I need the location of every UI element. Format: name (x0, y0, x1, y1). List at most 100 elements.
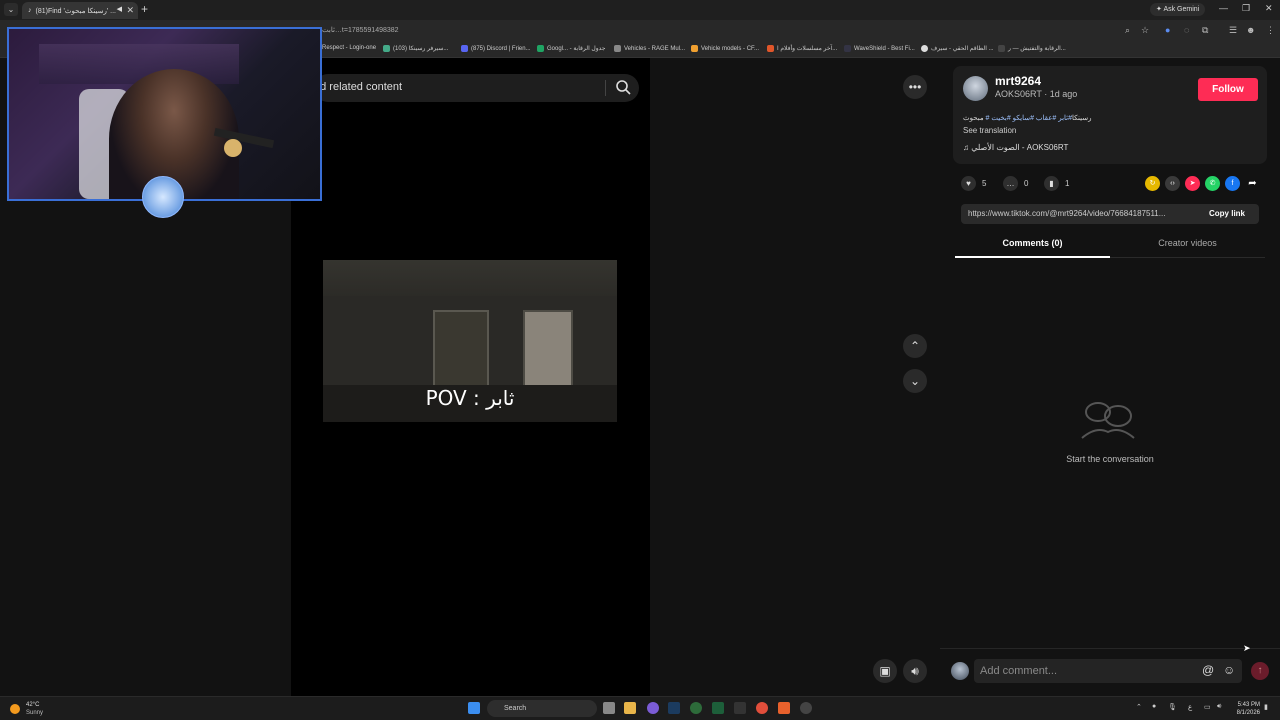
chrome-icon[interactable] (756, 702, 768, 714)
task-view-icon[interactable] (603, 702, 615, 714)
bookmark-label: WaveShield - Best Fi... (854, 45, 915, 52)
bookmark-star-icon[interactable]: ☆ (1141, 25, 1149, 36)
ask-gemini-label: Ask Gemini (1163, 6, 1200, 13)
next-video-button[interactable]: ⌄ (903, 369, 927, 393)
tab-search-icon[interactable]: ☰ (1229, 25, 1237, 36)
extension-icon[interactable]: ● (1165, 25, 1170, 35)
emoji-icon[interactable]: ☺ (1223, 663, 1235, 677)
volume-icon: 🔊︎ (911, 663, 919, 678)
music-note-icon: ♫ (963, 143, 972, 152)
bookmark-item[interactable]: آخر مسلسلات وأفلام ا... (767, 45, 837, 52)
tray-app-icon[interactable]: ● (1152, 703, 1156, 710)
mouse-cursor-icon: ➤ (1243, 643, 1251, 653)
bookmark-item[interactable]: Vehicles - RAGE Mul... (614, 45, 685, 52)
arrow-up-icon: ↑ (1257, 665, 1263, 676)
more-options-button[interactable]: ••• (903, 75, 927, 99)
post-comment-button[interactable]: ↑ (1251, 662, 1269, 680)
rage-icon (614, 45, 621, 52)
tray-mic-icon[interactable]: 🎙︎ (1168, 703, 1177, 711)
app-icon[interactable] (778, 702, 790, 714)
save-count: 1 (1065, 179, 1070, 188)
speaker-icon[interactable]: 🔊︎ (1217, 703, 1221, 711)
notifications-icon[interactable]: ▮ (1264, 703, 1268, 711)
bookmark-icon: ▮ (1044, 176, 1059, 191)
search-icon[interactable] (615, 79, 631, 95)
profile-icon[interactable]: ☻ (1246, 25, 1255, 35)
user-avatar (951, 662, 969, 680)
bookmark-item[interactable]: Vehicle models - CF... (691, 45, 759, 52)
taskbar-search[interactable]: Search (487, 700, 597, 717)
bookmark-item[interactable]: WaveShield - Best Fi... (844, 45, 915, 52)
tab-comments[interactable]: Comments (0) (955, 238, 1110, 248)
author-avatar[interactable] (963, 76, 988, 101)
site2-icon (998, 45, 1005, 52)
video-scene-window (433, 310, 489, 390)
language-icon[interactable]: ع (1188, 703, 1192, 711)
repost-icon[interactable]: ↻ (1145, 176, 1160, 191)
author-username[interactable]: mrt9264 (995, 74, 1041, 88)
bookmark-item[interactable]: Googl... - جدول الرقابة (537, 45, 606, 52)
bookmark-item[interactable]: (103) سيرفر رسينكا... (383, 45, 448, 52)
bookmark-item[interactable]: الطاقم الحقي - سيرف ... (921, 45, 994, 52)
taskbar-clock[interactable]: 5:43 PM 8/1/2026 (1228, 701, 1260, 717)
webcam-background (39, 44, 239, 84)
close-window-icon[interactable]: ✕ (1265, 3, 1273, 14)
bookmark-label: Vehicles - RAGE Mul... (624, 45, 686, 52)
caption-hashtags[interactable]: #ثابر #عقاب #سايكو #بخيت # (986, 115, 1072, 122)
utorrent-icon[interactable] (690, 702, 702, 714)
bookmark-item[interactable]: الرقابة والتفتيش — ر... (998, 45, 1066, 52)
copy-link-button[interactable]: Copy link (1209, 209, 1245, 218)
floating-player-button[interactable]: ▣ (873, 659, 897, 683)
video-url: https://www.tiktok.com/@mrt9264/video/76… (968, 209, 1166, 218)
ask-gemini-button[interactable]: ✦ Ask Gemini (1150, 3, 1206, 16)
comment-count: 0 (1024, 179, 1029, 188)
bookmark-item[interactable]: (875) Discord | Frien... (461, 45, 531, 52)
start-windows-icon[interactable] (468, 702, 480, 714)
browser-tab[interactable]: ♪ (81)Find 'رسينكا مبحوث' ... ◀ ✕ (22, 2, 138, 19)
tab-search-menu-icon[interactable]: ⌄ (4, 3, 18, 16)
url-text[interactable]: ثابت…t=1785591498382 (322, 26, 399, 34)
discord-app-icon[interactable] (647, 702, 659, 714)
weather-temp: 42°C (26, 702, 40, 708)
facebook-icon[interactable]: f (1225, 176, 1240, 191)
comment-icon: … (1003, 176, 1018, 191)
whatsapp-icon[interactable]: ✆ (1205, 176, 1220, 191)
rage-app-icon[interactable] (734, 702, 746, 714)
mention-icon[interactable]: @ (1202, 663, 1214, 677)
sheets-icon (537, 45, 544, 52)
share-arrow-icon[interactable]: ➦ (1245, 176, 1260, 191)
previous-video-button[interactable]: ⌃ (903, 334, 927, 358)
steam-icon[interactable] (668, 702, 680, 714)
file-explorer-icon[interactable] (624, 702, 636, 714)
close-tab-icon[interactable]: ✕ (126, 5, 134, 16)
embed-icon[interactable]: ‹› (1165, 176, 1180, 191)
send-to-friends-icon[interactable]: ➤ (1185, 176, 1200, 191)
extension2-icon[interactable]: ◌ (1184, 25, 1189, 35)
music-link[interactable]: ♫ الصوت الأصلي - AOKS06RT (963, 143, 1068, 152)
save-button[interactable]: ▮ 1 (1044, 176, 1069, 191)
search-divider (605, 80, 606, 96)
restore-icon[interactable]: ❐ (1242, 3, 1250, 14)
obs-icon[interactable] (800, 702, 812, 714)
excel-icon[interactable] (712, 702, 724, 714)
video-caption: رسينكا#ثابر #عقاب #سايكو #بخيت # مبحوث (963, 114, 1091, 122)
bookmark-label: Vehicle models - CF... (701, 45, 760, 52)
chevron-up-icon: ⌃ (909, 339, 921, 353)
bookmark-item[interactable]: Respect - Login-one (322, 45, 376, 51)
network-icon[interactable]: ▭ (1204, 703, 1211, 711)
follow-button[interactable]: Follow (1198, 78, 1258, 101)
search-box[interactable]: nd related content (314, 74, 639, 102)
new-tab-button[interactable]: + (141, 2, 148, 16)
minimize-icon[interactable]: — (1219, 3, 1228, 13)
zoom-icon[interactable]: ⌕ (1125, 25, 1130, 36)
like-button[interactable]: ♥ 5 (961, 176, 986, 191)
tab-creator-videos[interactable]: Creator videos (1110, 238, 1265, 248)
search-input[interactable]: nd related content (314, 81, 402, 93)
comment-button[interactable]: … 0 (1003, 176, 1028, 191)
volume-button[interactable]: 🔊︎ (903, 659, 927, 683)
tray-chevron-icon[interactable]: ⌃ (1136, 703, 1142, 711)
video-player[interactable]: POV : ثابر (323, 260, 617, 422)
extensions-puzzle-icon[interactable]: ⧉ (1202, 25, 1208, 36)
see-translation-link[interactable]: See translation (963, 126, 1016, 135)
menu-icon[interactable]: ⋮ (1266, 25, 1275, 36)
